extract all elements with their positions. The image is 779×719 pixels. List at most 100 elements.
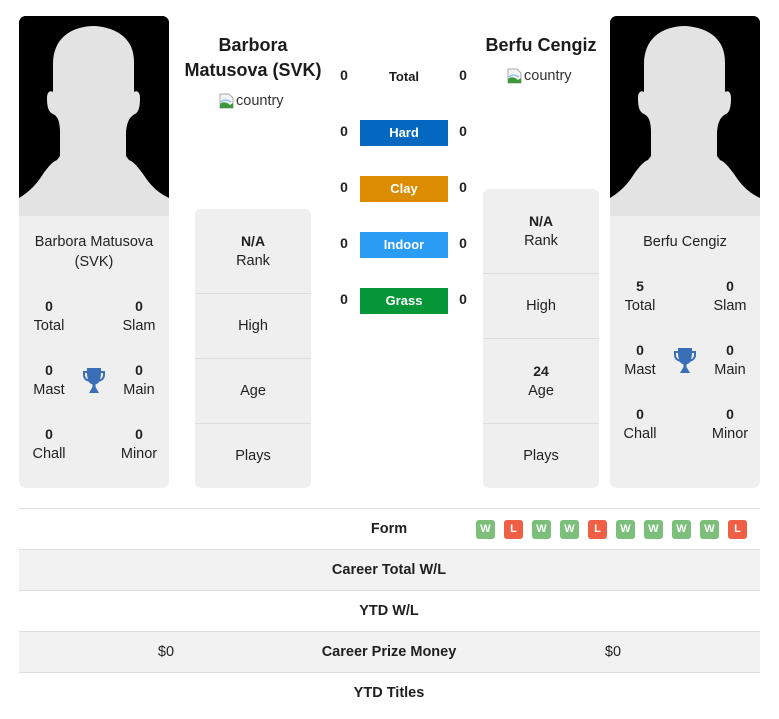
rank-panel-right: N/A Rank High 24 Age Plays	[483, 189, 599, 488]
rank-value: N/A	[528, 213, 554, 229]
stat-value: 0	[636, 342, 644, 358]
trophy-icon	[673, 347, 697, 375]
titles-minor-left: 0 Minor	[109, 424, 169, 464]
surface-grass-badge: Grass	[360, 288, 448, 314]
titles-total-right: 5 Total	[610, 276, 670, 316]
form-badge-win: W	[616, 520, 635, 539]
stat-label: Mast	[33, 382, 65, 398]
plays-row-left: Plays	[195, 423, 311, 488]
player-header-line: Matusova (SVK)	[184, 60, 322, 80]
age-label: Age	[240, 383, 266, 399]
prize-money-label: Career Prize Money	[321, 644, 457, 660]
surface-clay-badge: Clay	[360, 176, 448, 202]
surface-indoor-badge: Indoor	[360, 232, 448, 258]
age-value: 24	[533, 363, 549, 379]
trophy-icon	[82, 367, 106, 395]
rank-label: Rank	[524, 233, 558, 249]
titles-main-left: 0 Main	[109, 360, 169, 400]
age-label: Age	[528, 383, 554, 399]
titles-mast-left: 0 Mast	[19, 360, 79, 400]
player-header-line: Barbora	[218, 35, 288, 55]
ytd-titles-row: YTD Titles	[19, 672, 760, 713]
form-row: Form WLWWLWWWWL	[19, 508, 760, 549]
high-row-right: High	[483, 273, 599, 338]
player-name-left[interactable]: Barbora Matusova (SVK)	[19, 232, 169, 272]
broken-image-icon	[507, 68, 523, 84]
rank-label: Rank	[236, 253, 270, 269]
stat-value: 0	[726, 278, 734, 294]
stat-label: Total	[33, 318, 65, 334]
h2h-clay-right: 0	[459, 179, 467, 195]
titles-minor-right: 0 Minor	[700, 404, 760, 444]
stat-label: Mast	[624, 362, 656, 378]
h2h-total-left: 0	[340, 67, 348, 83]
form-badge-win: W	[644, 520, 663, 539]
player-header-right[interactable]: Berfu Cengiz	[470, 33, 612, 58]
flag-alt-text: country	[524, 68, 572, 84]
ytd-wl-row: YTD W/L	[19, 590, 760, 631]
h2h-total-right: 0	[459, 67, 467, 83]
stat-value: 0	[135, 426, 143, 442]
player-header-left[interactable]: Barbora Matusova (SVK)	[180, 33, 326, 83]
stat-label: Total	[624, 298, 656, 314]
player-card-right: Berfu Cengiz 5 Total 0 Slam 0 Mast 0 Mai…	[610, 16, 760, 488]
age-row-right: 24 Age	[483, 338, 599, 423]
h2h-clay-left: 0	[340, 179, 348, 195]
high-row-left: High	[195, 293, 311, 358]
titles-total-left: 0 Total	[19, 296, 79, 336]
stat-label: Chall	[32, 446, 66, 462]
country-flag-right: country	[507, 68, 572, 84]
player-name-line: Barbora Matusova	[34, 234, 154, 250]
silhouette-icon	[19, 16, 169, 216]
stat-value: 0	[135, 298, 143, 314]
player-name-right[interactable]: Berfu Cengiz	[610, 232, 760, 252]
ytd-wl-label: YTD W/L	[359, 603, 419, 619]
h2h-total-label: Total	[388, 69, 420, 84]
form-badge-win: W	[476, 520, 495, 539]
stat-label: Minor	[120, 446, 158, 462]
h2h-hard-left: 0	[340, 123, 348, 139]
rank-row-right: N/A Rank	[483, 189, 599, 273]
prize-money-row: $0 Career Prize Money $0	[19, 631, 760, 672]
player-card-left: Barbora Matusova (SVK) 0 Total 0 Slam 0 …	[19, 16, 169, 488]
h2h-grass-left: 0	[340, 291, 348, 307]
form-label: Form	[370, 521, 408, 537]
age-row-left: Age	[195, 358, 311, 423]
prize-money-right: $0	[604, 644, 622, 660]
stat-label: Main	[714, 362, 746, 378]
form-badge-loss: L	[504, 520, 523, 539]
form-badge-win: W	[560, 520, 579, 539]
player-photo-left	[19, 16, 169, 216]
stat-label: Slam	[713, 298, 747, 314]
ytd-titles-label: YTD Titles	[353, 685, 425, 701]
h2h-hard-right: 0	[459, 123, 467, 139]
stat-value: 0	[45, 298, 53, 314]
form-badge-win: W	[672, 520, 691, 539]
prize-money-left: $0	[157, 644, 175, 660]
form-badge-win: W	[532, 520, 551, 539]
career-wl-row: Career Total W/L	[19, 549, 760, 590]
stat-value: 0	[135, 362, 143, 378]
player-photo-right	[610, 16, 760, 216]
plays-label: Plays	[235, 448, 271, 464]
h2h-indoor-left: 0	[340, 235, 348, 251]
titles-chall-right: 0 Chall	[610, 404, 670, 444]
stat-value: 5	[636, 278, 644, 294]
titles-main-right: 0 Main	[700, 340, 760, 380]
rank-value: N/A	[240, 233, 266, 249]
broken-image-icon	[219, 93, 235, 109]
titles-mast-right: 0 Mast	[610, 340, 670, 380]
stat-label: Minor	[711, 426, 749, 442]
country-flag-left: country	[219, 93, 284, 109]
form-badge-win: W	[700, 520, 719, 539]
rank-row-left: N/A Rank	[195, 209, 311, 293]
stat-label: Main	[123, 382, 155, 398]
titles-slam-right: 0 Slam	[700, 276, 760, 316]
stat-value: 0	[636, 406, 644, 422]
h2h-indoor-right: 0	[459, 235, 467, 251]
flag-alt-text: country	[236, 93, 284, 109]
stat-value: 0	[45, 426, 53, 442]
stat-value: 0	[45, 362, 53, 378]
plays-label: Plays	[523, 448, 559, 464]
titles-chall-left: 0 Chall	[19, 424, 79, 464]
